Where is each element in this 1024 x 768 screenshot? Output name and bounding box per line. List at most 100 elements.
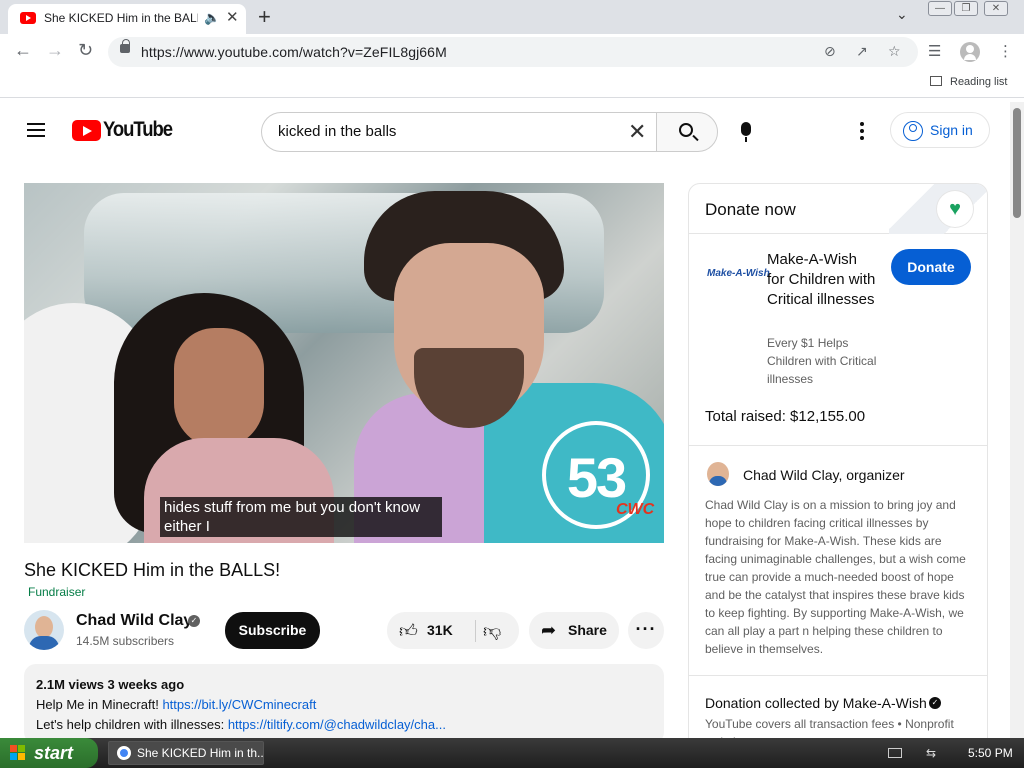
tiltify-link[interactable]: https://tiltify.com/@chadwildclay/cha... <box>228 717 446 732</box>
tab-title: She KICKED Him in the BALLS! <box>44 11 198 25</box>
share-button[interactable]: ➦ Share <box>529 612 619 649</box>
taskbar-window-label: She KICKED Him in th... <box>137 746 264 760</box>
youtube-logo-icon[interactable] <box>72 120 101 141</box>
channel-avatar[interactable] <box>24 610 64 650</box>
youtube-favicon-icon <box>20 12 36 24</box>
url-text[interactable]: https://www.youtube.com/watch?v=ZeFIL8gj… <box>141 44 447 60</box>
donation-collected-by: Donation collected by Make-A-Wish <box>705 695 927 711</box>
browser-tab[interactable]: She KICKED Him in the BALLS! 🔈 ✕ <box>8 4 246 34</box>
reading-list-label: Reading list <box>950 76 1008 88</box>
back-button[interactable]: ← <box>14 40 32 61</box>
cwc-watermark: CWC <box>616 501 655 518</box>
minimize-button[interactable]: — <box>928 1 952 16</box>
description-line-1: Help Me in Minecraft! https://bit.ly/CWC… <box>36 697 316 712</box>
bookmarks-bar: Reading list <box>0 70 1024 98</box>
mission-text: Chad Wild Clay is on a mission to bring … <box>705 498 966 656</box>
thumbs-down-icon[interactable]: 👎︎ <box>483 620 501 642</box>
settings-menu-icon[interactable] <box>860 122 864 143</box>
like-count[interactable]: 31K <box>427 622 453 638</box>
donate-header: Donate now ♥ <box>689 184 987 234</box>
video-player[interactable]: 53 CWC hides stuff from me but you don't… <box>24 183 664 543</box>
clock[interactable]: 5:50 PM <box>968 746 1013 760</box>
channel-name[interactable]: Chad Wild Clay <box>76 612 192 630</box>
caption-line-2: either I <box>164 518 210 535</box>
nonprofit-name: Make-A-Wish for Children with Critical i… <box>767 251 876 308</box>
eye-off-icon[interactable]: ⊘ <box>824 43 836 60</box>
menu-icon[interactable] <box>27 123 45 137</box>
network-icon[interactable]: ⇆ <box>926 746 936 760</box>
media-controls-icon[interactable]: ☰ <box>928 42 941 60</box>
total-raised: Total raised: $12,155.00 <box>705 408 866 425</box>
browser-menu-icon[interactable]: ⋮ <box>998 42 1013 60</box>
divider <box>689 445 987 446</box>
new-tab-button[interactable]: + <box>258 4 271 30</box>
donate-panel: Donate now ♥ Make-A-Wish Make-A-Wish for… <box>688 183 988 753</box>
video-title: She KICKED Him in the BALLS! <box>24 560 281 580</box>
reload-button[interactable]: ↻ <box>78 40 93 61</box>
verified-check-icon: ✓ <box>929 697 941 709</box>
system-tray: ⇆ 5:50 PM <box>880 738 1024 768</box>
windows-logo-icon <box>10 745 26 761</box>
reading-list-button[interactable]: Reading list <box>930 76 1007 88</box>
search-input[interactable]: kicked in the balls ✕ <box>261 112 657 152</box>
organizer-name: Chad Wild Clay <box>743 467 839 483</box>
microphone-icon[interactable] <box>741 122 751 142</box>
search-icon <box>679 123 693 137</box>
youtube-wordmark[interactable]: YouTube <box>103 118 173 142</box>
browser-tab-strip: She KICKED Him in the BALLS! 🔈 ✕ + ⌄ — ❐… <box>0 0 1024 34</box>
taskbar: start She KICKED Him in th... ⇆ 5:50 PM <box>0 738 1024 768</box>
description-box[interactable]: 2.1M views 3 weeks ago Help Me in Minecr… <box>24 664 664 744</box>
thumbs-up-icon[interactable]: 👍︎ <box>399 620 418 642</box>
like-divider <box>475 620 476 642</box>
start-button[interactable]: start <box>0 738 98 768</box>
lock-icon[interactable] <box>120 39 130 53</box>
organizer-line: Chad Wild Clay, organizer <box>743 467 905 483</box>
like-dislike-group: 👍︎ 31K 👎︎ <box>387 612 519 649</box>
restore-button[interactable]: ❐ <box>954 1 978 16</box>
share-page-icon[interactable]: ↗ <box>856 43 868 60</box>
scrollbar-thumb[interactable] <box>1013 108 1021 218</box>
minecraft-link[interactable]: https://bit.ly/CWCminecraft <box>162 697 316 712</box>
close-window-button[interactable]: ✕ <box>984 1 1008 16</box>
description-text-1: Help Me in Minecraft! <box>36 697 163 712</box>
donate-header-title: Donate now <box>705 200 796 219</box>
organizer-avatar <box>707 462 729 486</box>
tab-search-chevron-icon[interactable]: ⌄ <box>896 6 908 23</box>
nonprofit-tagline: Every $1 Helps Children with Critical il… <box>767 336 877 386</box>
description-text-2: Let's help children with illnesses: <box>36 717 228 732</box>
start-label: start <box>34 743 74 763</box>
sign-in-label: Sign in <box>930 122 973 138</box>
search-button[interactable] <box>656 112 718 152</box>
verified-check-icon: ✓ <box>188 615 200 627</box>
share-label: Share <box>568 622 607 638</box>
reading-list-icon <box>930 76 942 86</box>
make-a-wish-logo: Make-A-Wish <box>707 268 770 279</box>
profile-avatar-icon[interactable] <box>960 42 980 62</box>
subscribe-button[interactable]: Subscribe <box>225 612 320 649</box>
account-icon <box>903 121 923 141</box>
taskbar-chrome-window[interactable]: She KICKED Him in th... <box>108 741 264 765</box>
bookmark-star-icon[interactable]: ☆ <box>888 43 901 60</box>
speaker-icon[interactable]: 🔈 <box>204 10 220 26</box>
forward-button[interactable]: → <box>46 40 64 61</box>
fundraiser-link[interactable]: Fundraiser <box>28 585 85 599</box>
close-tab-icon[interactable]: ✕ <box>226 8 239 26</box>
page-scrollbar[interactable] <box>1010 102 1024 738</box>
divider <box>689 675 987 676</box>
heart-hands-icon: ♥ <box>937 191 973 227</box>
address-bar[interactable]: https://www.youtube.com/watch?v=ZeFIL8gj… <box>108 37 918 67</box>
share-arrow-icon: ➦ <box>541 620 557 640</box>
subscriber-count: 14.5M subscribers <box>76 634 175 648</box>
keyboard-icon[interactable] <box>888 748 902 758</box>
clear-search-icon[interactable]: ✕ <box>628 119 646 145</box>
view-count-and-date: 2.1M views 3 weeks ago <box>36 677 185 692</box>
donate-button[interactable]: Donate <box>891 249 971 285</box>
browser-toolbar: ← → ↻ https://www.youtube.com/watch?v=Ze… <box>0 34 1024 70</box>
description-line-2: Let's help children with illnesses: http… <box>36 717 446 732</box>
search-query[interactable]: kicked in the balls <box>278 123 396 140</box>
video-caption: hides stuff from me but you don't know e… <box>160 497 442 537</box>
sign-in-button[interactable]: Sign in <box>890 112 990 148</box>
youtube-header: YouTube kicked in the balls ✕ Sign in <box>0 102 1010 160</box>
organizer-suffix: , organizer <box>838 467 905 483</box>
more-actions-button[interactable]: ··· <box>628 612 664 649</box>
